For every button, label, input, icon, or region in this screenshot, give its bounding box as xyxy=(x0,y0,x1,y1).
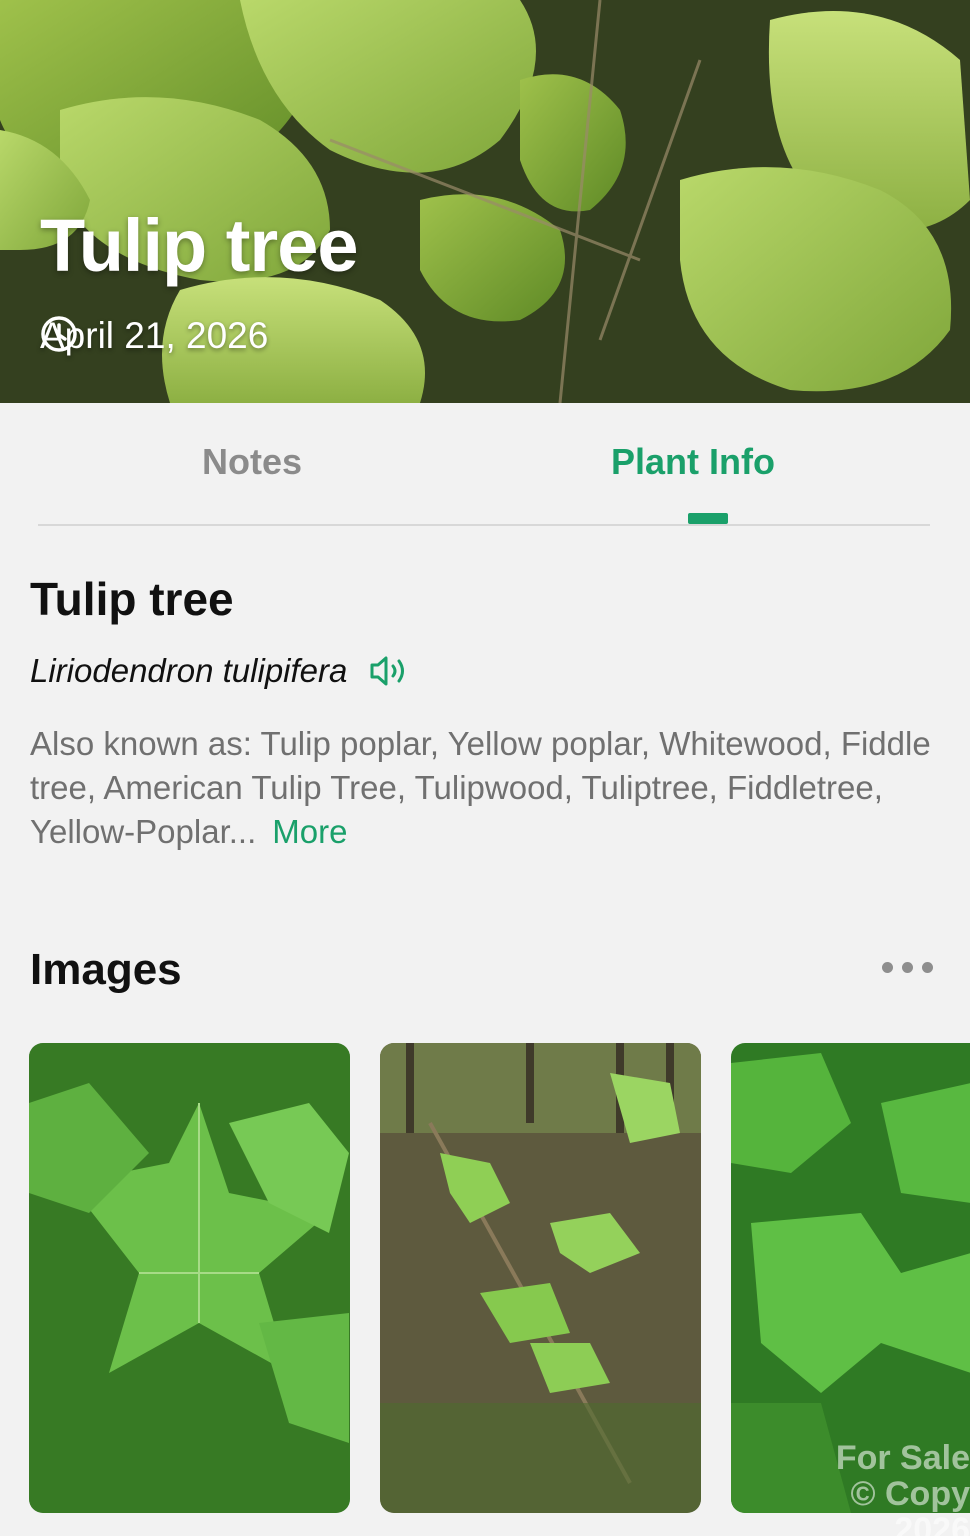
active-tab-indicator xyxy=(688,513,728,524)
tab-notes[interactable]: Notes xyxy=(202,441,302,483)
ellipsis-dot xyxy=(882,962,893,973)
images-section-title: Images xyxy=(30,945,182,994)
ellipsis-dot xyxy=(922,962,933,973)
also-known-as: Also known as: Tulip poplar, Yellow popl… xyxy=(30,722,950,854)
clock-icon xyxy=(41,316,77,352)
ellipsis-dot xyxy=(902,962,913,973)
plant-image-thumbnail-1[interactable] xyxy=(29,1043,350,1513)
hero-title: Tulip tree xyxy=(40,204,359,287)
speaker-icon[interactable] xyxy=(369,654,409,688)
ellipsis-icon[interactable] xyxy=(882,962,933,973)
hero-image: Tulip tree April 21, 2026 xyxy=(0,0,970,403)
more-link[interactable]: More xyxy=(272,813,347,850)
leaf-photo-2 xyxy=(380,1043,701,1513)
tab-plant-info[interactable]: Plant Info xyxy=(611,441,775,483)
also-known-as-text: Also known as: Tulip poplar, Yellow popl… xyxy=(30,725,931,850)
plant-common-name: Tulip tree xyxy=(30,573,234,625)
observation-date: April 21, 2026 xyxy=(40,315,268,357)
watermark: For Sale © Copy 2026 xyxy=(835,1439,970,1536)
leaf-photo-1 xyxy=(29,1043,350,1513)
plant-image-thumbnail-2[interactable] xyxy=(380,1043,701,1513)
scientific-name: Liriodendron tulipifera xyxy=(30,652,348,689)
scientific-name-row: Liriodendron tulipifera xyxy=(30,652,409,690)
tab-bar: Notes Plant Info xyxy=(38,403,930,526)
